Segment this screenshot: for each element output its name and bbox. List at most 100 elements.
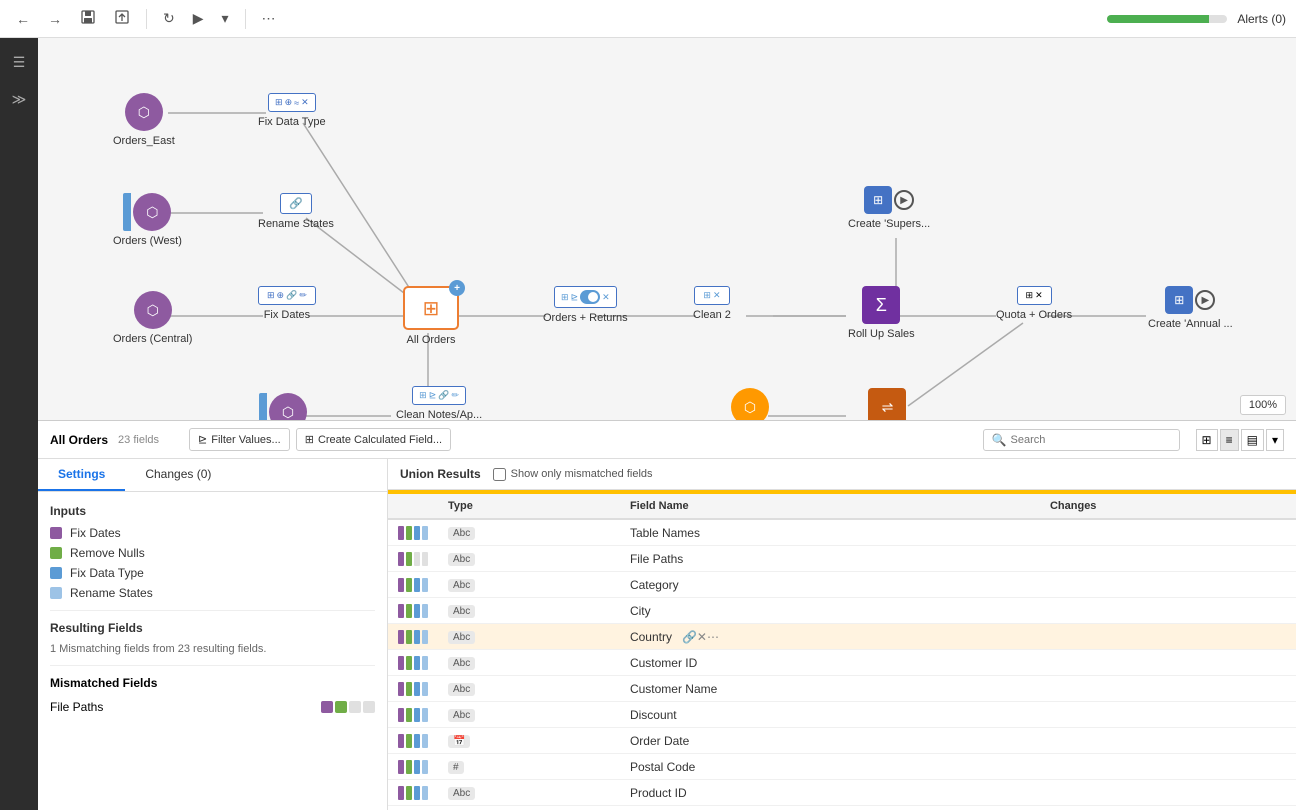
node-all-orders-label: All Orders — [407, 334, 456, 346]
inputs-title: Inputs — [50, 504, 375, 518]
row-action-icon[interactable]: ⋯ — [707, 630, 719, 644]
show-mismatch-checkbox[interactable] — [493, 468, 506, 481]
row-field-name: Postal Code — [620, 754, 1040, 780]
divider-1 — [50, 610, 375, 611]
row-type: Abc — [438, 780, 620, 806]
fix-dates-label: Fix Dates — [70, 526, 121, 540]
zoom-indicator: 100% — [1240, 395, 1286, 415]
panel-title: All Orders — [50, 433, 108, 447]
data-table[interactable]: Type Field Name Changes AbcTable NamesAb… — [388, 494, 1296, 810]
table-row[interactable]: AbcFile Paths — [388, 546, 1296, 572]
mismatched-fields-title: Mismatched Fields — [50, 676, 375, 690]
row-changes — [1040, 780, 1296, 806]
tab-changes[interactable]: Changes (0) — [125, 459, 231, 491]
node-orders-returns[interactable]: ⊞ ⊵ ✕ Orders + Returns — [543, 286, 628, 324]
row-action-icon[interactable]: 🔗 — [682, 630, 697, 644]
alerts-label[interactable]: Alerts (0) — [1237, 12, 1286, 26]
toolbar-separator-1 — [146, 9, 147, 29]
flow-connections — [38, 38, 1296, 458]
node-orders-west[interactable]: ⬡ Orders (West) — [113, 193, 182, 247]
node-quota-orders[interactable]: ⊞ ✕ Quota + Orders — [996, 286, 1072, 321]
list-view-button[interactable]: ≡ — [1220, 429, 1239, 451]
remove-nulls-label: Remove Nulls — [70, 546, 145, 560]
show-mismatch-checkbox-label[interactable]: Show only mismatched fields — [493, 468, 653, 481]
row-changes — [1040, 650, 1296, 676]
table-row[interactable]: AbcCountry🔗✕⋯ — [388, 624, 1296, 650]
create-calc-field-button[interactable]: ⊞ Create Calculated Field... — [296, 428, 451, 451]
back-button[interactable]: ← — [10, 7, 36, 31]
node-create-supers[interactable]: ⊞ ▶ Create 'Supers... — [848, 186, 930, 230]
fix-data-type-color — [50, 567, 62, 579]
row-changes — [1040, 676, 1296, 702]
table-row[interactable]: AbcCity — [388, 598, 1296, 624]
sidebar-home-icon[interactable]: ☰ — [7, 48, 32, 77]
show-mismatch-text: Show only mismatched fields — [511, 468, 653, 480]
row-type: # — [438, 754, 620, 780]
node-fix-data-type-1-label: Fix Data Type — [258, 116, 326, 128]
search-box: 🔍 — [983, 429, 1180, 451]
row-field-name: Customer Name — [620, 676, 1040, 702]
toolbar-right: Alerts (0) — [1107, 12, 1286, 26]
refresh-button[interactable]: ↻ — [157, 6, 181, 31]
node-orders-central[interactable]: ⬡ Orders (Central) — [113, 291, 192, 345]
input-fix-dates: Fix Dates — [50, 526, 375, 540]
row-color-bars — [388, 598, 438, 624]
compact-view-button[interactable]: ▤ — [1241, 429, 1264, 451]
node-clean-notes[interactable]: ⊞ ⊵ 🔗 ✏ Clean Notes/Ap... — [396, 386, 482, 421]
export-button[interactable] — [108, 5, 136, 32]
save-button[interactable] — [74, 5, 102, 32]
table-row[interactable]: AbcCategory — [388, 572, 1296, 598]
row-field-name: Table Names — [620, 519, 1040, 546]
grid-view-button[interactable]: ⊞ — [1196, 429, 1218, 451]
mismatch-file-paths: File Paths — [50, 696, 375, 718]
search-input[interactable] — [1011, 434, 1171, 446]
csq-1 — [321, 701, 333, 713]
settings-panel: Settings Changes (0) Inputs Fix Dates Re… — [38, 459, 388, 810]
node-all-orders[interactable]: ⊞ + All Orders — [403, 286, 459, 346]
row-color-bars — [388, 728, 438, 754]
progress-fill — [1107, 15, 1209, 23]
node-fix-dates[interactable]: ⊞ ⊕ 🔗 ✏ Fix Dates — [258, 286, 316, 321]
node-rename-states[interactable]: 🔗 Rename States — [258, 193, 334, 230]
view-dropdown-button[interactable]: ▾ — [1266, 429, 1284, 451]
col-field-name-header: Field Name — [620, 494, 1040, 519]
table-row[interactable]: #Postal Code — [388, 754, 1296, 780]
row-field-name: Product ID — [620, 780, 1040, 806]
node-fix-data-type-1[interactable]: ⊞ ⊕ ≈ ✕ Fix Data Type — [258, 93, 326, 128]
table-row[interactable]: AbcCustomer Name — [388, 676, 1296, 702]
forward-button[interactable]: → — [42, 7, 68, 31]
table-row[interactable]: AbcTable Names — [388, 519, 1296, 546]
table-row[interactable]: AbcCustomer ID — [388, 650, 1296, 676]
row-color-bars — [388, 754, 438, 780]
row-field-name: File Paths — [620, 546, 1040, 572]
node-orders-west-label: Orders (West) — [113, 235, 182, 247]
settings-content: Inputs Fix Dates Remove Nulls Fix Data T… — [38, 492, 387, 810]
row-actions[interactable]: 🔗✕⋯ — [682, 630, 719, 644]
more-button[interactable]: ⋯ — [256, 6, 282, 31]
calc-label: Create Calculated Field... — [318, 434, 442, 446]
table-row[interactable]: AbcDiscount — [388, 702, 1296, 728]
node-roll-up-sales[interactable]: Σ Roll Up Sales — [848, 286, 915, 340]
filter-icon: ⊵ — [198, 433, 207, 446]
run-dropdown-button[interactable]: ▾ — [216, 6, 235, 31]
col-changes-header: Changes — [1040, 494, 1296, 519]
sidebar-expand-icon[interactable]: ≫ — [6, 85, 33, 114]
table-row[interactable]: AbcProduct ID — [388, 780, 1296, 806]
tab-settings[interactable]: Settings — [38, 459, 125, 491]
run-button[interactable]: ▶ — [187, 6, 210, 31]
main-layout: ☰ ≫ — [0, 38, 1296, 810]
row-action-icon[interactable]: ✕ — [697, 630, 707, 644]
node-create-annual-label: Create 'Annual ... — [1148, 318, 1233, 330]
node-orders-east[interactable]: ⬡ Orders_East — [113, 93, 175, 147]
filter-values-button[interactable]: ⊵ Filter Values... — [189, 428, 290, 451]
calc-icon: ⊞ — [305, 433, 314, 446]
remove-nulls-color — [50, 547, 62, 559]
node-clean-2-label: Clean 2 — [693, 309, 731, 321]
row-color-bars — [388, 572, 438, 598]
table-header-row: Type Field Name Changes — [388, 494, 1296, 519]
node-orders-returns-label: Orders + Returns — [543, 312, 628, 324]
node-clean-2[interactable]: ⊞ ✕ Clean 2 — [693, 286, 731, 321]
row-changes — [1040, 624, 1296, 650]
table-row[interactable]: 📅Order Date — [388, 728, 1296, 754]
node-create-annual[interactable]: ⊞ ▶ Create 'Annual ... — [1148, 286, 1233, 330]
